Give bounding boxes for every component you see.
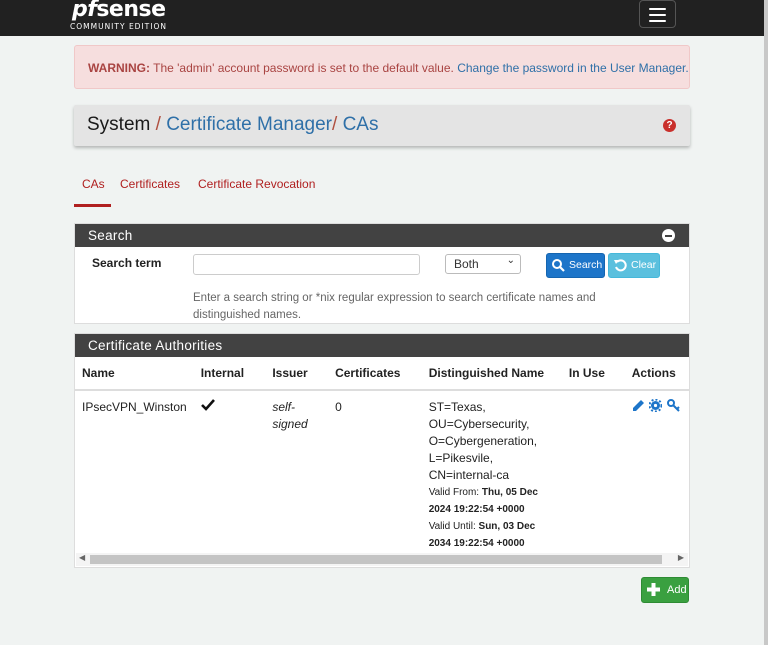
warning-text: The 'admin' account password is set to t…	[150, 61, 458, 75]
add-button[interactable]: Add	[641, 577, 689, 603]
hamburger-menu-button[interactable]	[639, 0, 676, 28]
search-button[interactable]: Search	[546, 253, 605, 278]
plus-icon	[647, 583, 660, 596]
question-circle-icon[interactable]: ?	[663, 119, 676, 132]
top-navbar: pfsense COMMUNITY EDITION	[0, 0, 764, 36]
certificate-authorities-panel: Certificate Authorities Name Internal Is…	[74, 333, 690, 568]
in-use-cell	[562, 390, 625, 560]
undo-icon	[614, 259, 627, 272]
key-icon[interactable]	[667, 399, 681, 412]
tab-bar: CAs Certificates Certificate Revocation	[74, 170, 690, 207]
check-icon	[200, 399, 215, 411]
issuer-cell: self- signed	[272, 400, 308, 431]
valid-from: Valid From: Thu, 05 Dec 2024 19:22:54 +0…	[428, 487, 538, 515]
column-header-distinguished-name[interactable]: Distinguished Name	[421, 357, 562, 391]
ca-panel-heading: Certificate Authorities	[75, 334, 689, 357]
column-header-internal[interactable]: Internal	[193, 357, 266, 391]
gear-icon[interactable]	[649, 399, 663, 412]
search-panel-heading: Search	[75, 224, 689, 247]
search-term-label: Search term	[92, 256, 162, 270]
valid-until: Valid Until: Sun, 03 Dec 2034 19:22:54 +…	[428, 521, 536, 549]
chevron-down-icon: ⌄	[506, 255, 515, 266]
search-help-text: Enter a search string or *nix regular ex…	[193, 292, 596, 321]
table-header-row: Name Internal Issuer Certificates Distin…	[75, 357, 689, 391]
logo-wordmark: pfsense	[72, 0, 166, 22]
search-icon	[552, 259, 565, 272]
column-header-name[interactable]: Name	[75, 357, 194, 391]
column-header-issuer[interactable]: Issuer	[265, 357, 329, 391]
breadcrumb-system: System	[87, 114, 151, 135]
tab-certificate-revocation[interactable]: Certificate Revocation	[198, 177, 315, 191]
search-term-input[interactable]	[193, 254, 420, 275]
actions-cell	[625, 390, 689, 560]
clear-button[interactable]: Clear	[608, 253, 660, 278]
horizontal-scrollbar[interactable]: ◀ ▶	[76, 553, 688, 566]
tab-certificates[interactable]: Certificates	[120, 177, 180, 191]
internal-cell	[194, 390, 266, 560]
pfsense-logo[interactable]: pfsense COMMUNITY EDITION	[70, 0, 170, 34]
minus-circle-icon[interactable]	[662, 229, 675, 242]
scrollbar-thumb[interactable]	[90, 555, 662, 564]
search-scope-select[interactable]: Both ⌄	[445, 254, 521, 274]
hamburger-icon	[649, 8, 666, 10]
ca-panel-title: Certificate Authorities	[88, 338, 223, 353]
ca-table: Name Internal Issuer Certificates Distin…	[75, 357, 689, 560]
scroll-left-icon[interactable]: ◀	[79, 553, 85, 562]
breadcrumb-separator: /	[155, 114, 161, 135]
column-header-in-use[interactable]: In Use	[561, 357, 625, 391]
column-header-actions: Actions	[624, 357, 689, 391]
breadcrumb-separator: /	[332, 114, 338, 135]
breadcrumb: System / Certificate Manager/ CAs ?	[74, 105, 690, 146]
breadcrumb-certificate-manager[interactable]: Certificate Manager	[166, 114, 332, 135]
search-panel: Search Search term Both ⌄ Search Clear E…	[74, 223, 690, 324]
search-panel-title: Search	[88, 228, 133, 243]
ca-name: IPsecVPN_Winston	[82, 400, 187, 414]
breadcrumb-cas[interactable]: CAs	[343, 114, 379, 135]
logo-subtitle: COMMUNITY EDITION	[70, 22, 167, 31]
certificates-count: 0	[335, 400, 342, 414]
vertical-scrollbar[interactable]	[764, 0, 768, 645]
tab-cas[interactable]: CAs	[74, 177, 111, 207]
table-row: IPsecVPN_Winston self- signed 0 ST=Texas…	[75, 390, 689, 560]
pencil-icon[interactable]	[632, 399, 645, 412]
change-password-link[interactable]: Change the password in the User Manager.	[457, 61, 688, 75]
distinguished-name-cell: ST=Texas, OU=Cybersecurity, O=Cybergener…	[422, 390, 562, 560]
warning-label: WARNING:	[88, 61, 150, 75]
scroll-right-icon[interactable]: ▶	[678, 553, 684, 562]
default-password-warning: WARNING: The 'admin' account password is…	[74, 45, 690, 89]
column-header-certificates[interactable]: Certificates	[328, 357, 422, 391]
